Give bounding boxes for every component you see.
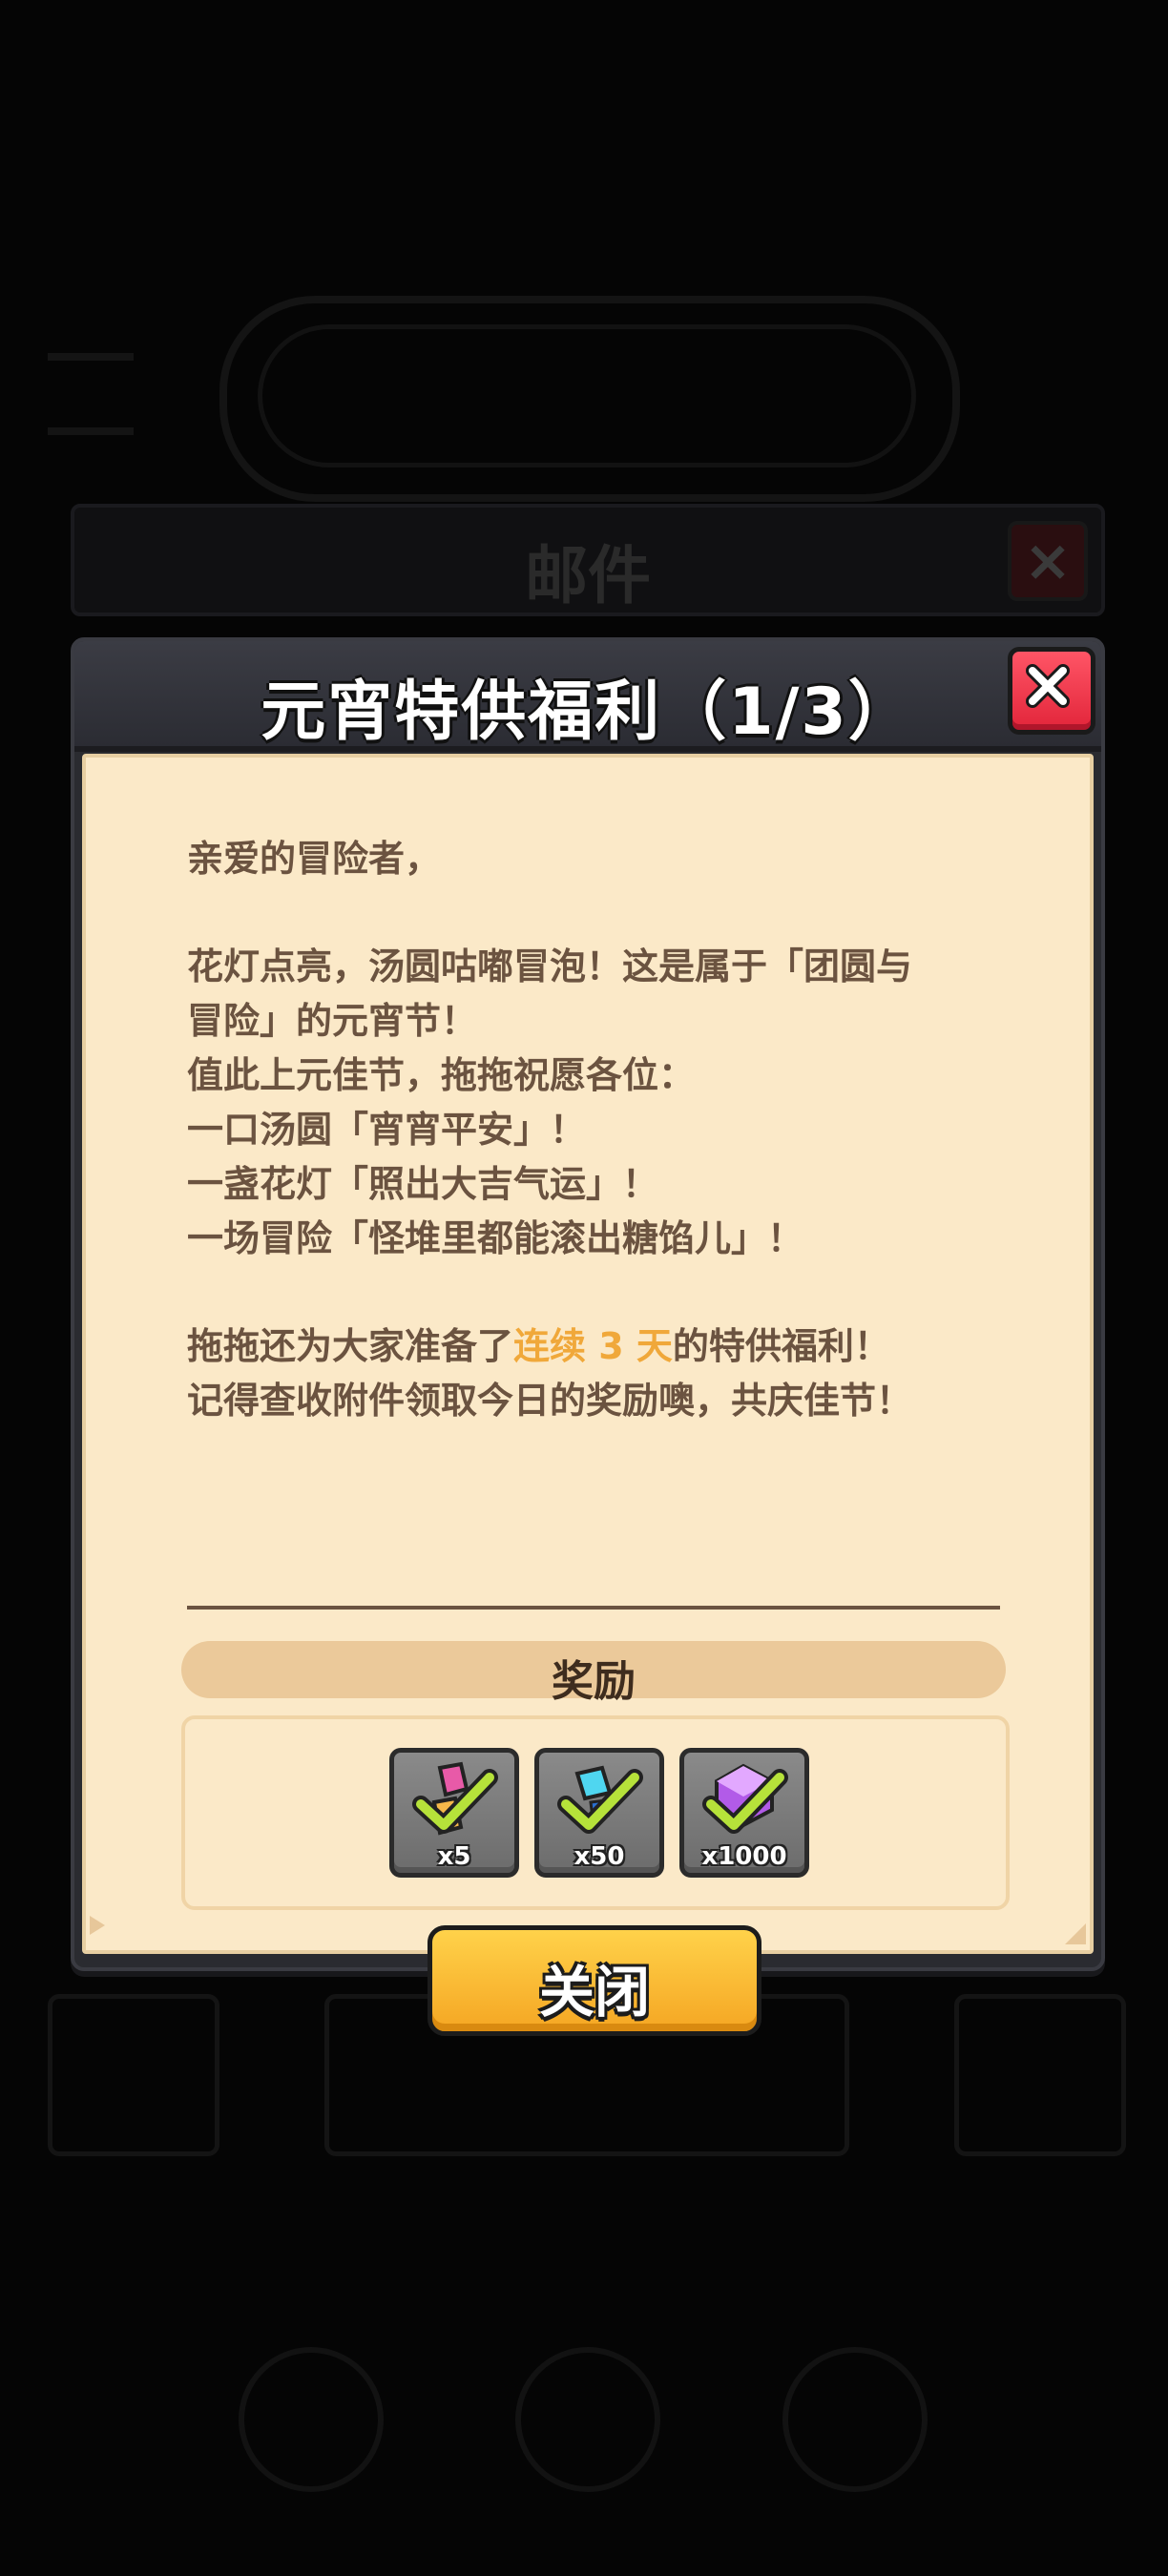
reward-item[interactable]: x5 [389, 1748, 519, 1878]
blue-crystal-check-icon [557, 1765, 643, 1834]
letter-paper: 亲爱的冒险者， 花灯点亮，汤圆咕嘟冒泡！这是属于「团圆与 冒险」的元宵节！ 值此… [82, 754, 1094, 2036]
letter-line: 值此上元佳节，拖拖祝愿各位： [187, 1054, 696, 1096]
letter-line: 记得查收附件领取今日的奖励噢，共庆佳节！ [187, 1380, 913, 1422]
letter-body: 亲爱的冒险者， 花灯点亮，汤圆咕嘟冒泡！这是属于「团圆与 冒险」的元宵节！ 值此… [187, 832, 1027, 1428]
letter-line: 一场冒险「怪堆里都能滚出糖馅儿」！ [187, 1217, 804, 1259]
letter-line: 一盏花灯「照出大吉气运」！ [187, 1163, 659, 1205]
reward-item[interactable]: x1000 [679, 1748, 809, 1878]
dialog-header: 元宵特供福利（1/3） [74, 641, 1101, 752]
letter-greeting: 亲爱的冒险者， [187, 838, 442, 880]
reward-quantity: x50 [574, 1842, 625, 1871]
background-card [954, 1994, 1126, 2156]
close-button[interactable]: 关闭 [428, 1925, 761, 2036]
mail-detail-dialog: 元宵特供福利（1/3） 亲爱的冒险者， 花灯点亮，汤圆咕嘟冒泡！这是属于「团圆与… [71, 637, 1105, 2036]
letter-line: 拖拖还为大家准备了连续 3 天的特供福利！ [187, 1319, 1027, 1374]
close-icon [1026, 664, 1070, 708]
nav-icon [239, 2347, 384, 2492]
paper-corner-decoration [1065, 1923, 1086, 1944]
letter-line: 一口汤圆「宵宵平安」！ [187, 1109, 587, 1151]
menu-icon [48, 353, 134, 435]
purple-gem-check-icon [702, 1763, 788, 1834]
divider [187, 1606, 1000, 1610]
reward-quantity: x5 [437, 1842, 471, 1871]
nav-icon [515, 2347, 660, 2492]
close-button-label: 关闭 [538, 1960, 650, 2025]
nav-icon [782, 2347, 928, 2492]
letter-text: 拖拖还为大家准备了 [187, 1325, 514, 1367]
reward-header: 奖励 [181, 1641, 1006, 1706]
mail-panel-header: 邮件 × [71, 504, 1105, 616]
highlight-duration: 连续 3 天 [513, 1325, 673, 1367]
reward-list: x5 x50 x1000 [181, 1715, 1010, 1910]
reward-title: 奖励 [552, 1657, 636, 1706]
dialog-title: 元宵特供福利（1/3） [261, 675, 915, 750]
letter-line: 花灯点亮，汤圆咕嘟冒泡！这是属于「团圆与 [187, 945, 913, 987]
pink-crystal-check-icon [412, 1761, 498, 1836]
reward-quantity: x1000 [701, 1842, 787, 1871]
close-x-button[interactable] [1008, 647, 1095, 735]
letter-text: 的特供福利！ [672, 1325, 890, 1367]
paper-corner-decoration [90, 1916, 105, 1935]
mail-panel-title: 邮件 [525, 539, 651, 613]
letter-line: 冒险」的元宵节！ [187, 1000, 478, 1042]
mail-close-icon: × [1008, 521, 1088, 601]
reward-item[interactable]: x50 [534, 1748, 664, 1878]
background-ring-inner [258, 324, 916, 467]
background-card [48, 1994, 219, 2156]
